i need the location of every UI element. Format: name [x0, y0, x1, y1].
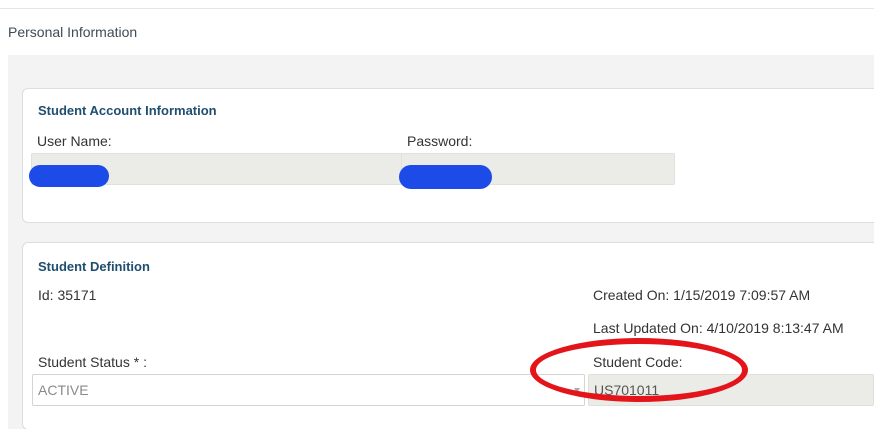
student-code-field[interactable]: US701011: [588, 374, 874, 406]
last-updated-text: Last Updated On: 4/10/2019 8:13:47 AM: [593, 320, 844, 336]
created-on-text: Created On: 1/15/2019 7:09:57 AM: [593, 287, 811, 303]
student-account-heading: Student Account Information: [38, 103, 217, 118]
username-label: User Name:: [37, 133, 112, 149]
page: Personal Information Student Account Inf…: [0, 0, 874, 429]
redaction-mark-username: [29, 165, 109, 187]
student-definition-heading: Student Definition: [38, 259, 150, 274]
password-label: Password:: [407, 133, 473, 149]
student-definition-panel: Student Definition Id: 35171 Created On:…: [22, 242, 874, 429]
student-id-text: Id: 35171: [38, 287, 97, 303]
student-status-label: Student Status * :: [38, 354, 147, 370]
top-divider: [0, 8, 874, 9]
student-account-panel: Student Account Information User Name: P…: [22, 88, 874, 223]
page-title: Personal Information: [8, 24, 138, 40]
student-code-label: Student Code:: [593, 354, 683, 370]
redaction-mark-password: [399, 165, 492, 189]
student-status-select[interactable]: ACTIVE: [32, 374, 585, 406]
chevron-down-icon: [574, 388, 580, 393]
student-status-value: ACTIVE: [38, 382, 89, 398]
